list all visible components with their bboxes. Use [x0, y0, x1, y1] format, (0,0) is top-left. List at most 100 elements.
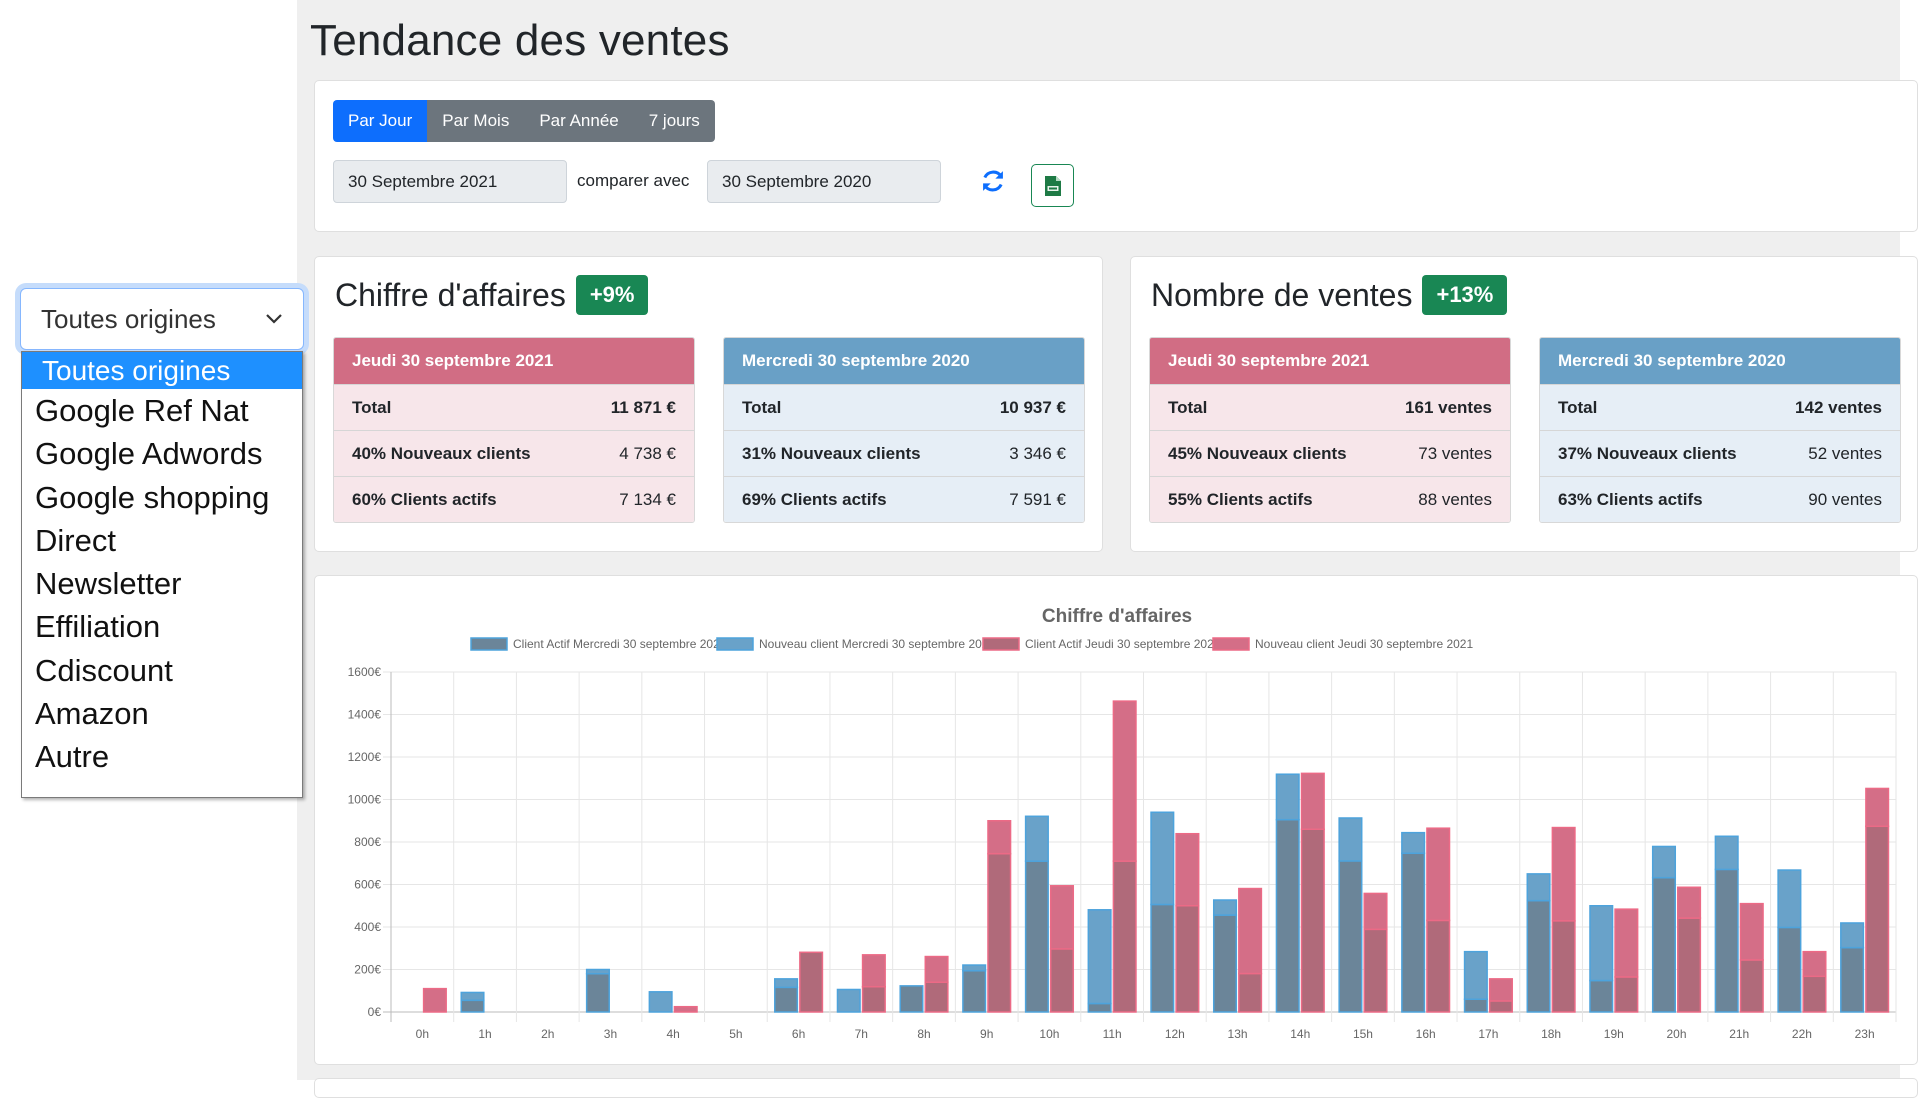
- bar-2021-21h: [1739, 959, 1764, 1013]
- x-tick-label: 6h: [792, 1027, 805, 1041]
- bar-2020-7h: [836, 988, 861, 1013]
- row-value: 88 ventes: [1418, 489, 1492, 509]
- x-tick-label: 16h: [1416, 1027, 1436, 1041]
- origin-option[interactable]: Google Ref Nat: [22, 389, 302, 432]
- bar-2020-21h: [1714, 868, 1739, 1013]
- origin-option[interactable]: Cdiscount: [22, 649, 302, 692]
- origin-option[interactable]: Google shopping: [22, 476, 302, 519]
- revenue-card: Chiffre d'affaires +9% Jeudi 30 septembr…: [314, 256, 1103, 552]
- x-tick-label: 9h: [980, 1027, 993, 1041]
- x-tick-label: 13h: [1228, 1027, 1248, 1041]
- period-7days-button[interactable]: 7 jours: [633, 100, 715, 142]
- bar-2021-16h: [1426, 919, 1451, 1013]
- period-year-button[interactable]: Par Année: [524, 100, 634, 142]
- sales-count-change-badge: +13%: [1422, 275, 1508, 315]
- bar-2021-21h: [1739, 902, 1764, 961]
- y-tick-label: 1600€: [348, 665, 382, 679]
- origin-option[interactable]: Amazon: [22, 692, 302, 735]
- bar-2020-20h: [1651, 845, 1677, 879]
- legend-swatch: [982, 637, 1020, 651]
- bar-2021-18h: [1551, 826, 1576, 922]
- bar-2021-7h: [861, 985, 886, 1013]
- panel-row-active: 63% Clients actifs 90 ventes: [1540, 476, 1900, 522]
- bar-2020-20h: [1651, 876, 1677, 1013]
- panel-row-total: Total 142 ventes: [1540, 384, 1900, 430]
- row-value: 73 ventes: [1418, 443, 1492, 463]
- x-tick-label: 12h: [1165, 1027, 1185, 1041]
- bar-2020-19h: [1589, 979, 1614, 1013]
- bar-2020-15h: [1338, 817, 1363, 862]
- sales-current-panel: Jeudi 30 septembre 2021 Total 161 ventes …: [1149, 337, 1511, 523]
- bar-2020-17h: [1463, 950, 1488, 1000]
- bar-2020-9h: [962, 964, 987, 972]
- bar-2021-9h: [987, 820, 1012, 855]
- chart-title: Chiffre d'affaires: [1042, 606, 1192, 627]
- row-label: 31% Nouveaux clients: [742, 443, 921, 463]
- row-value: 4 738 €: [619, 443, 676, 463]
- bar-2020-17h: [1463, 998, 1488, 1013]
- bar-2020-1h: [460, 991, 485, 1002]
- chart-bars: [422, 700, 1890, 1013]
- bar-2021-9h: [987, 852, 1012, 1013]
- origin-option[interactable]: Effiliation: [22, 605, 302, 648]
- origin-select[interactable]: Toutes origines: [20, 288, 304, 350]
- bar-2020-10h: [1024, 860, 1049, 1013]
- revenue-chart: Chiffre d'affaires Client Actif Mercredi…: [348, 606, 1897, 1041]
- export-csv-button[interactable]: [1031, 164, 1074, 207]
- bar-2020-11h: [1087, 909, 1112, 1005]
- y-tick-label: 0€: [368, 1005, 382, 1019]
- x-tick-label: 18h: [1541, 1027, 1561, 1041]
- bar-2021-23h: [1865, 787, 1890, 828]
- y-tick-label: 600€: [354, 878, 381, 892]
- bar-2020-14h: [1275, 818, 1300, 1013]
- refresh-button[interactable]: [979, 167, 1007, 195]
- origin-option[interactable]: Google Adwords: [22, 432, 302, 475]
- period-day-button[interactable]: Par Jour: [333, 100, 428, 142]
- bar-2020-9h: [962, 970, 987, 1013]
- panel-row-new: 45% Nouveaux clients 73 ventes: [1150, 430, 1510, 476]
- bar-2021-17h: [1488, 1000, 1513, 1013]
- x-tick-label: 20h: [1667, 1027, 1687, 1041]
- bar-2021-11h: [1112, 700, 1137, 862]
- y-tick-label: 1200€: [348, 750, 382, 764]
- bar-2021-10h: [1049, 885, 1075, 950]
- bar-2020-11h: [1087, 1002, 1112, 1013]
- origin-option[interactable]: Newsletter: [22, 562, 302, 605]
- bar-2020-15h: [1338, 860, 1363, 1013]
- bar-2020-22h: [1777, 926, 1802, 1013]
- period-month-button[interactable]: Par Mois: [427, 100, 525, 142]
- refresh-icon: [983, 170, 1003, 192]
- row-value: 52 ventes: [1808, 443, 1882, 463]
- legend-label: Nouveau client Mercredi 30 septembre 202…: [759, 637, 995, 651]
- panel-row-active: 55% Clients actifs 88 ventes: [1150, 476, 1510, 522]
- page-title: Tendance des ventes: [310, 16, 730, 65]
- row-label: 55% Clients actifs: [1168, 489, 1313, 509]
- bar-2020-21h: [1714, 835, 1739, 871]
- x-tick-label: 8h: [917, 1027, 930, 1041]
- panel-row-total: Total 11 871 €: [334, 384, 694, 430]
- row-label: 37% Nouveaux clients: [1558, 443, 1737, 463]
- date-main-input[interactable]: 30 Septembre 2021: [333, 160, 567, 203]
- panel-row-new: 31% Nouveaux clients 3 346 €: [724, 430, 1084, 476]
- bar-2020-4h: [648, 991, 673, 1013]
- origin-option[interactable]: Toutes origines: [22, 352, 302, 389]
- legend-swatch: [470, 637, 508, 651]
- bar-2021-20h: [1677, 886, 1702, 919]
- bar-2020-13h: [1212, 914, 1238, 1013]
- legend-swatch: [1212, 637, 1250, 651]
- origin-option[interactable]: Autre: [22, 735, 302, 778]
- bar-2020-18h: [1526, 873, 1551, 902]
- bar-2020-22h: [1777, 869, 1802, 929]
- x-tick-label: 10h: [1039, 1027, 1059, 1041]
- origin-option[interactable]: Direct: [22, 519, 302, 562]
- bar-2021-6h: [799, 951, 824, 1013]
- bar-2021-14h: [1300, 828, 1325, 1013]
- bar-2021-8h: [924, 981, 949, 1013]
- revenue-previous-panel: Mercredi 30 septembre 2020 Total 10 937 €…: [723, 337, 1085, 523]
- bar-2020-1h: [460, 999, 485, 1013]
- bar-2021-20h: [1677, 917, 1702, 1013]
- date-compare-input[interactable]: 30 Septembre 2020: [707, 160, 941, 203]
- bar-2020-13h: [1212, 899, 1238, 916]
- row-label: 40% Nouveaux clients: [352, 443, 531, 463]
- x-tick-label: 14h: [1290, 1027, 1310, 1041]
